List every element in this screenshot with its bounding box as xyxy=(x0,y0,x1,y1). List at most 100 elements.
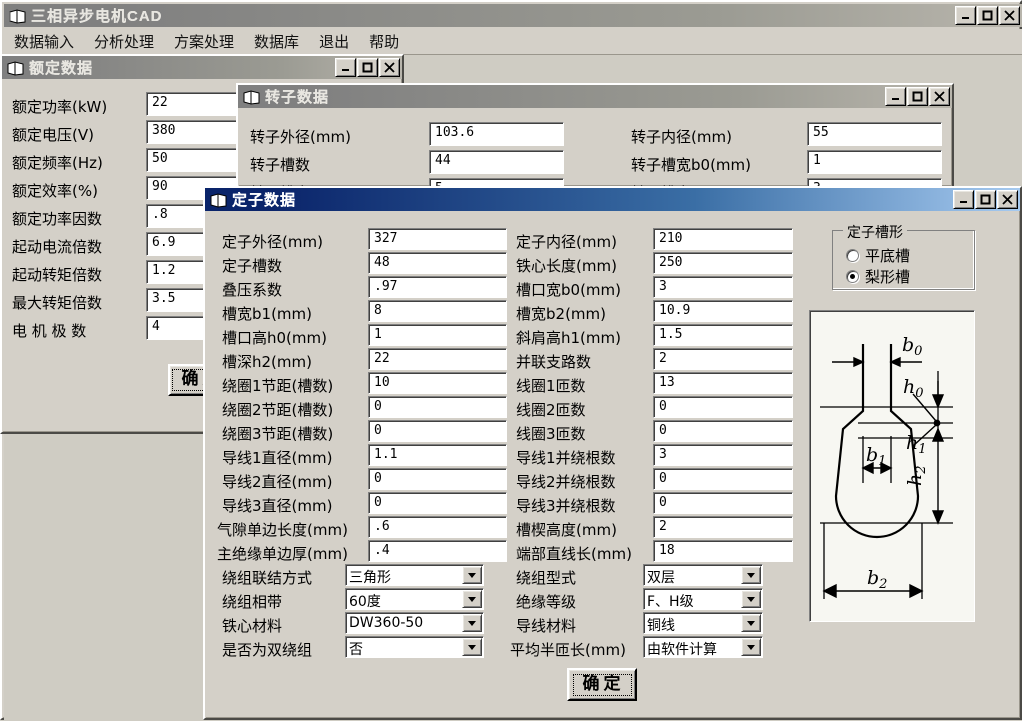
stator-input-slot-width-b1[interactable]: 8 xyxy=(368,300,507,322)
stator-input-inner-diameter[interactable]: 210 xyxy=(653,228,793,250)
stator-input-slot-open-b0[interactable]: 3 xyxy=(653,276,793,298)
chevron-down-icon[interactable] xyxy=(462,590,482,608)
chevron-down-icon[interactable] xyxy=(462,614,482,632)
rated-maximize-button[interactable] xyxy=(357,58,378,77)
rated-label-power-factor: 额定功率因数 xyxy=(12,210,103,228)
stator-data-titlebar[interactable]: 定子数据 xyxy=(205,188,1020,211)
stator-input-slot-open-h0[interactable]: 1 xyxy=(368,324,507,346)
rotor-input-inner-diameter[interactable]: 55 xyxy=(807,122,942,146)
rated-data-title: 额定数据 xyxy=(29,60,94,77)
stator-close-button[interactable] xyxy=(997,190,1018,209)
stator-input-stack-factor[interactable]: .97 xyxy=(368,276,507,298)
stator-input-slot-count[interactable]: 48 xyxy=(368,252,507,274)
rated-window-icon xyxy=(7,60,24,76)
stator-window-icon xyxy=(210,192,227,208)
rated-close-button[interactable] xyxy=(379,58,400,77)
stator-input-coil3-turns[interactable]: 0 xyxy=(653,420,793,442)
menu-item-analysis[interactable]: 分析处理 xyxy=(84,29,164,54)
stator-label-wire1-strands: 导线1并绕根数 xyxy=(516,449,616,467)
stator-label-inner-diameter: 定子内径(mm) xyxy=(516,233,617,251)
stator-input-wire2-strands[interactable]: 0 xyxy=(653,468,793,490)
rotor-minimize-button[interactable] xyxy=(885,87,906,106)
main-window-title: 三相异步电机CAD xyxy=(31,8,163,25)
main-window-titlebar[interactable]: 三相异步电机CAD xyxy=(4,4,1022,27)
rotor-input-slot-count[interactable]: 44 xyxy=(429,150,564,174)
stator-input-wire2-diameter[interactable]: 0 xyxy=(368,468,507,490)
stator-input-core-length[interactable]: 250 xyxy=(653,252,793,274)
chevron-down-icon[interactable] xyxy=(741,566,761,584)
stator-label-winding-connection: 绕组联结方式 xyxy=(222,569,313,587)
rotor-input-outer-diameter[interactable]: 103.6 xyxy=(429,122,564,146)
stator-input-wire3-diameter[interactable]: 0 xyxy=(368,492,507,514)
rated-label-max-torque: 最大转矩倍数 xyxy=(12,294,103,312)
stator-combo-phase-belt[interactable]: 60度 xyxy=(345,588,484,610)
stator-label-main-insulation: 主绝缘单边厚(mm) xyxy=(217,545,348,563)
menu-item-scheme[interactable]: 方案处理 xyxy=(164,29,244,54)
close-button[interactable] xyxy=(999,6,1020,25)
rotor-input-slot-width-b0[interactable]: 1 xyxy=(807,150,942,174)
stator-input-slot-depth-h2[interactable]: 22 xyxy=(368,348,507,370)
radio-pear-slot-dot[interactable] xyxy=(846,270,859,283)
rotor-data-titlebar[interactable]: 转子数据 xyxy=(238,85,952,108)
stator-minimize-button[interactable] xyxy=(953,190,974,209)
stator-ok-button[interactable]: 确定 xyxy=(567,668,637,701)
stator-label-core-length: 铁心长度(mm) xyxy=(516,257,617,275)
stator-input-end-straight[interactable]: 18 xyxy=(653,540,793,562)
stator-label-wire3-strands: 导线3并绕根数 xyxy=(516,497,616,515)
stator-combo-core-material[interactable]: DW360-50 xyxy=(345,612,484,634)
stator-input-wedge-height[interactable]: 2 xyxy=(653,516,793,538)
label-b1: b1 xyxy=(866,444,886,469)
maximize-button[interactable] xyxy=(977,6,998,25)
stator-combo-double-winding-value: 否 xyxy=(349,642,363,657)
stator-input-shoulder-h1[interactable]: 1.5 xyxy=(653,324,793,346)
menu-item-exit[interactable]: 退出 xyxy=(309,29,359,54)
stator-input-wire1-diameter[interactable]: 1.1 xyxy=(368,444,507,466)
stator-combo-double-winding[interactable]: 否 xyxy=(345,636,484,658)
radio-pear-slot-label: 梨形槽 xyxy=(865,268,911,286)
stator-input-wire3-strands[interactable]: 0 xyxy=(653,492,793,514)
stator-label-double-winding: 是否为双绕组 xyxy=(222,641,313,659)
stator-combo-mean-half-turn[interactable]: 由软件计算 xyxy=(643,636,763,658)
rotor-close-button[interactable] xyxy=(929,87,950,106)
stator-input-airgap[interactable]: .6 xyxy=(368,516,507,538)
stator-label-wire-material: 导线材料 xyxy=(516,617,577,635)
slot-shape-diagram: b0 h0 h1 b1 b2 h2 xyxy=(809,310,975,622)
chevron-down-icon[interactable] xyxy=(741,590,761,608)
stator-combo-winding-type[interactable]: 双层 xyxy=(643,564,763,586)
stator-input-coil2-turns[interactable]: 0 xyxy=(653,396,793,418)
stator-combo-winding-connection[interactable]: 三角形 xyxy=(345,564,484,586)
stator-combo-wire-material[interactable]: 铜线 xyxy=(643,612,763,634)
stator-input-coil1-turns[interactable]: 13 xyxy=(653,372,793,394)
chevron-down-icon[interactable] xyxy=(741,638,761,656)
stator-input-wire1-strands[interactable]: 3 xyxy=(653,444,793,466)
menu-item-help[interactable]: 帮助 xyxy=(359,29,409,54)
stator-label-wire2-diameter: 导线2直径(mm) xyxy=(222,473,333,491)
stator-label-slot-width-b1: 槽宽b1(mm) xyxy=(222,305,312,323)
chevron-down-icon[interactable] xyxy=(462,566,482,584)
rated-label-voltage: 额定电压(V) xyxy=(12,126,94,144)
stator-combo-mean-half-turn-value: 由软件计算 xyxy=(647,642,717,657)
stator-maximize-button[interactable] xyxy=(975,190,996,209)
chevron-down-icon[interactable] xyxy=(741,614,761,632)
stator-input-outer-diameter[interactable]: 327 xyxy=(368,228,507,250)
stator-input-coil1-pitch[interactable]: 10 xyxy=(368,372,507,394)
radio-pear-slot[interactable]: 梨形槽 xyxy=(846,266,910,287)
minimize-button[interactable] xyxy=(955,6,976,25)
rated-label-power: 额定功率(kW) xyxy=(12,98,108,116)
rated-window-controls xyxy=(335,58,400,77)
rated-data-titlebar[interactable]: 额定数据 xyxy=(2,56,402,79)
radio-flat-bottom-slot-dot[interactable] xyxy=(846,249,859,262)
rotor-maximize-button[interactable] xyxy=(907,87,928,106)
menu-item-database[interactable]: 数据库 xyxy=(244,29,309,54)
stator-input-main-insulation[interactable]: .4 xyxy=(368,540,507,562)
slot-shape-legend: 定子槽形 xyxy=(843,222,907,242)
menu-item-data-input[interactable]: 数据输入 xyxy=(4,29,84,54)
radio-flat-bottom-slot[interactable]: 平底槽 xyxy=(846,245,910,266)
stator-input-parallel-branches[interactable]: 2 xyxy=(653,348,793,370)
stator-combo-insulation-class[interactable]: F、H级 xyxy=(643,588,763,610)
stator-input-coil3-pitch[interactable]: 0 xyxy=(368,420,507,442)
stator-input-slot-width-b2[interactable]: 10.9 xyxy=(653,300,793,322)
chevron-down-icon[interactable] xyxy=(462,638,482,656)
rated-minimize-button[interactable] xyxy=(335,58,356,77)
stator-input-coil2-pitch[interactable]: 0 xyxy=(368,396,507,418)
